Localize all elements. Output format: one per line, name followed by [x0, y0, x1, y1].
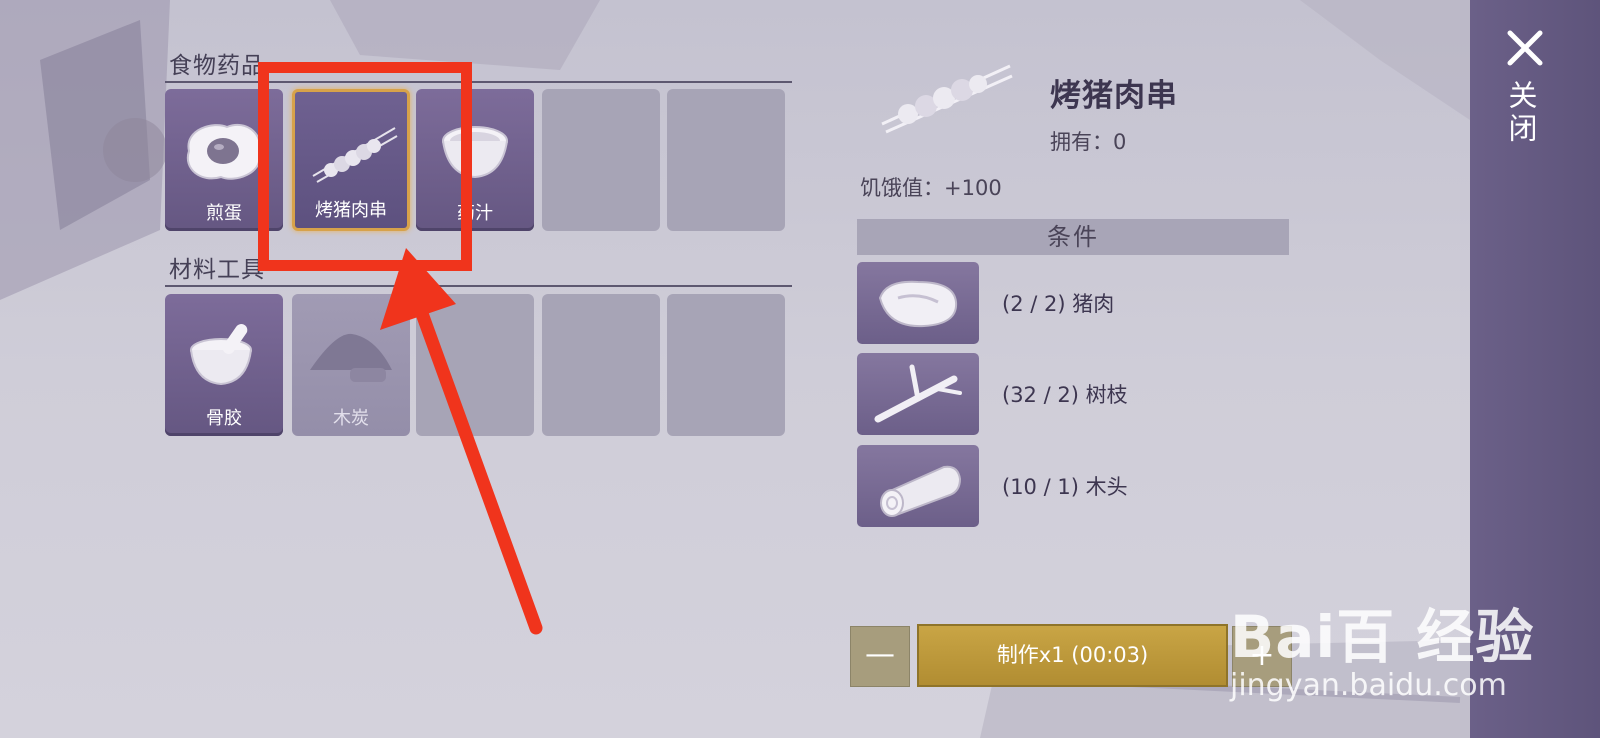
watermark-logo-text: Bai百 经验	[1230, 603, 1535, 671]
material-requirement-pork: (2 / 2) 猪肉	[1002, 292, 1115, 316]
craft-button[interactable]: 制作x1 (00:03)	[917, 624, 1228, 687]
decrease-quantity-button[interactable]: —	[850, 626, 910, 687]
mortar-bowl-icon	[190, 323, 252, 386]
item-slot-bone-glue[interactable]: 骨胶	[165, 294, 283, 436]
branch-icon	[874, 364, 962, 423]
empty-slot	[667, 89, 785, 231]
baidu-watermark: Bai百 经验 jingyan.baidu.com	[1230, 590, 1534, 703]
pork-meat-icon	[878, 280, 958, 328]
material-slot-log[interactable]	[857, 445, 979, 527]
fried-egg-icon	[186, 124, 262, 180]
food-section-title: 食物药品	[169, 53, 265, 79]
item-label: 骨胶	[206, 408, 242, 429]
material-slot-pork[interactable]	[857, 262, 979, 344]
hunger-value: 饥饿值：+100	[860, 176, 1002, 200]
watermark-url: jingyan.baidu.com	[1230, 668, 1507, 703]
conditions-header: 条件	[857, 219, 1289, 255]
owned-count: 拥有：0	[1050, 130, 1127, 154]
highlight-box-annotation	[258, 62, 472, 271]
pork-skewer-icon	[881, 64, 1013, 134]
material-requirement-log: (10 / 1) 木头	[1002, 475, 1128, 499]
material-requirement-branch: (32 / 2) 树枝	[1002, 383, 1128, 407]
empty-slot	[542, 89, 660, 231]
item-detail-title: 烤猪肉串	[1050, 78, 1178, 114]
log-icon	[880, 465, 962, 517]
materials-section-title: 材料工具	[169, 257, 265, 283]
material-slot-branch[interactable]	[857, 353, 979, 435]
arrow-annotation	[380, 248, 543, 635]
empty-slot	[667, 294, 785, 436]
close-label[interactable]: 关闭	[1504, 80, 1542, 146]
close-icon[interactable]	[1505, 28, 1545, 68]
